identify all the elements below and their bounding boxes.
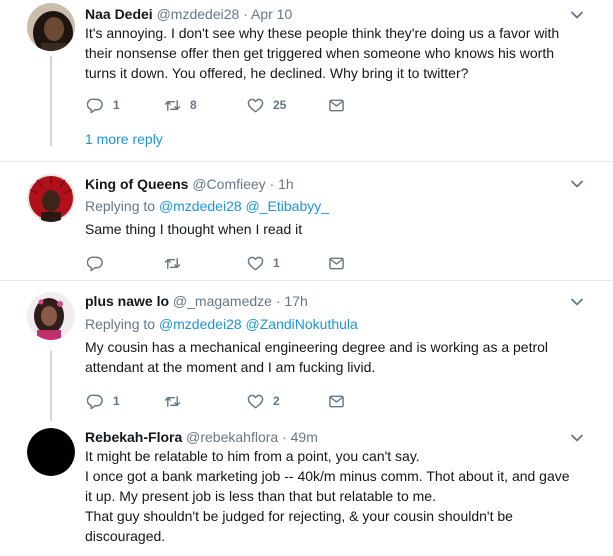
display-name[interactable]: King of Queens bbox=[85, 176, 188, 192]
retweet-button[interactable] bbox=[164, 254, 181, 272]
like-count: 2 bbox=[273, 394, 280, 408]
mention-link[interactable]: @mzdedei28 bbox=[159, 316, 242, 332]
separator-dot: · bbox=[282, 429, 287, 445]
retweet-icon bbox=[164, 395, 181, 407]
tweet-text: My cousin has a mechanical engineering d… bbox=[85, 337, 575, 377]
like-button[interactable]: 1 bbox=[247, 254, 280, 272]
tweet-text-line: it up. My present job is less than that … bbox=[85, 488, 436, 504]
tweet-text-line: I once got a bank marketing job -- 40k/m… bbox=[85, 468, 570, 484]
tweet-text-line: discouraged. bbox=[85, 528, 166, 544]
user-handle[interactable]: @Comfieey bbox=[192, 176, 265, 192]
reply-count: 1 bbox=[113, 98, 120, 112]
tweet-text-line: attendant at the moment and I am fucking… bbox=[85, 359, 376, 375]
replying-to: Replying to @mzdedei28 @ZandiNokuthula bbox=[85, 315, 358, 333]
like-count: 25 bbox=[273, 98, 287, 112]
thread-line bbox=[50, 351, 52, 421]
timestamp[interactable]: Apr 10 bbox=[251, 6, 292, 22]
replying-to: Replying to @mzdedei28 @_Etibabyy_ bbox=[85, 197, 329, 215]
separator-dot: · bbox=[275, 293, 281, 309]
tweet-text-line: That guy shouldn't be judged for rejecti… bbox=[85, 508, 513, 524]
reply-button[interactable]: 1 bbox=[87, 96, 120, 114]
tweet-text-line: It might be relatable to him from a poin… bbox=[85, 448, 420, 464]
envelope-icon bbox=[329, 99, 344, 111]
reply-icon bbox=[87, 393, 103, 409]
tweet: King of Queens @Comfieey · 1h Replying t… bbox=[0, 162, 613, 280]
user-handle[interactable]: @mzdedei28 bbox=[157, 6, 240, 22]
retweet-button[interactable]: 8 bbox=[164, 96, 197, 114]
display-name[interactable]: plus nawe lo bbox=[85, 293, 169, 309]
heart-icon bbox=[247, 394, 264, 408]
avatar[interactable] bbox=[27, 3, 75, 51]
display-name[interactable]: Naa Dedei bbox=[85, 6, 153, 22]
reply-icon bbox=[87, 97, 103, 113]
heart-icon bbox=[247, 98, 264, 112]
retweet-button[interactable] bbox=[164, 392, 181, 410]
chevron-down-icon[interactable] bbox=[569, 430, 585, 446]
replying-to-label: Replying to bbox=[85, 198, 156, 214]
envelope-icon bbox=[329, 395, 344, 407]
tweet-text: It might be relatable to him from a poin… bbox=[85, 446, 575, 546]
avatar[interactable] bbox=[27, 292, 75, 340]
tweet-header: Naa Dedei @mzdedei28 · Apr 10 bbox=[85, 5, 292, 23]
mention-link[interactable]: @mzdedei28 bbox=[159, 198, 242, 214]
tweet-text: It's annoying. I don't see why these peo… bbox=[85, 23, 575, 83]
user-handle[interactable]: @rebekahflora bbox=[186, 429, 278, 445]
tweet-actions: 1 bbox=[85, 254, 355, 272]
chevron-down-icon[interactable] bbox=[569, 294, 585, 310]
tweet-text-line: Same thing I thought when I read it bbox=[85, 221, 303, 237]
display-name[interactable]: Rebekah-Flora bbox=[85, 429, 182, 445]
direct-message-button[interactable] bbox=[328, 254, 345, 272]
envelope-icon bbox=[329, 257, 344, 269]
tweet-text-line: their nonsense offer then get triggered … bbox=[85, 45, 555, 61]
direct-message-button[interactable] bbox=[328, 96, 345, 114]
retweet-icon bbox=[164, 257, 181, 269]
tweet-actions: 1 8 25 bbox=[85, 96, 355, 114]
tweet-text: Same thing I thought when I read it bbox=[85, 219, 575, 239]
mention-link[interactable]: @ZandiNokuthula bbox=[246, 316, 358, 332]
like-button[interactable]: 2 bbox=[247, 392, 280, 410]
tweet: Naa Dedei @mzdedei28 · Apr 10 It's annoy… bbox=[0, 0, 613, 160]
like-button[interactable]: 25 bbox=[247, 96, 286, 114]
tweet-text-line: turns it down. You offered, he declined.… bbox=[85, 65, 469, 81]
reply-count: 1 bbox=[113, 394, 120, 408]
tweet-actions: 1 2 bbox=[85, 392, 355, 410]
timestamp[interactable]: 17h bbox=[284, 293, 307, 309]
timestamp[interactable]: 1h bbox=[278, 176, 294, 192]
chevron-down-icon[interactable] bbox=[569, 7, 585, 23]
more-replies-link[interactable]: 1 more reply bbox=[85, 131, 163, 147]
like-count: 1 bbox=[273, 256, 280, 270]
reply-button[interactable] bbox=[87, 254, 104, 272]
chevron-down-icon[interactable] bbox=[569, 176, 585, 192]
direct-message-button[interactable] bbox=[328, 392, 345, 410]
mention-link[interactable]: @_Etibabyy_ bbox=[246, 198, 329, 214]
thread-line bbox=[50, 56, 52, 146]
separator-dot: · bbox=[269, 176, 275, 192]
timestamp[interactable]: 49m bbox=[291, 429, 318, 445]
tweet: plus nawe lo @_magamedze · 17h Replying … bbox=[0, 281, 613, 421]
reply-button[interactable]: 1 bbox=[87, 392, 120, 410]
avatar[interactable] bbox=[27, 174, 75, 222]
avatar[interactable] bbox=[27, 428, 75, 476]
user-handle[interactable]: @_magamedze bbox=[173, 293, 272, 309]
heart-icon bbox=[247, 256, 264, 270]
reply-icon bbox=[87, 255, 103, 271]
tweet-header: King of Queens @Comfieey · 1h bbox=[85, 175, 294, 193]
tweet-header: Rebekah-Flora @rebekahflora · 49m bbox=[85, 428, 318, 446]
retweet-count: 8 bbox=[190, 98, 197, 112]
tweet-text-line: It's annoying. I don't see why these peo… bbox=[85, 25, 560, 41]
retweet-icon bbox=[164, 99, 181, 111]
tweet-text-line: My cousin has a mechanical engineering d… bbox=[85, 339, 549, 355]
replying-to-label: Replying to bbox=[85, 316, 156, 332]
separator-dot: · bbox=[243, 6, 248, 22]
tweet-header: plus nawe lo @_magamedze · 17h bbox=[85, 292, 308, 310]
tweet: Rebekah-Flora @rebekahflora · 49m It mig… bbox=[0, 421, 613, 556]
